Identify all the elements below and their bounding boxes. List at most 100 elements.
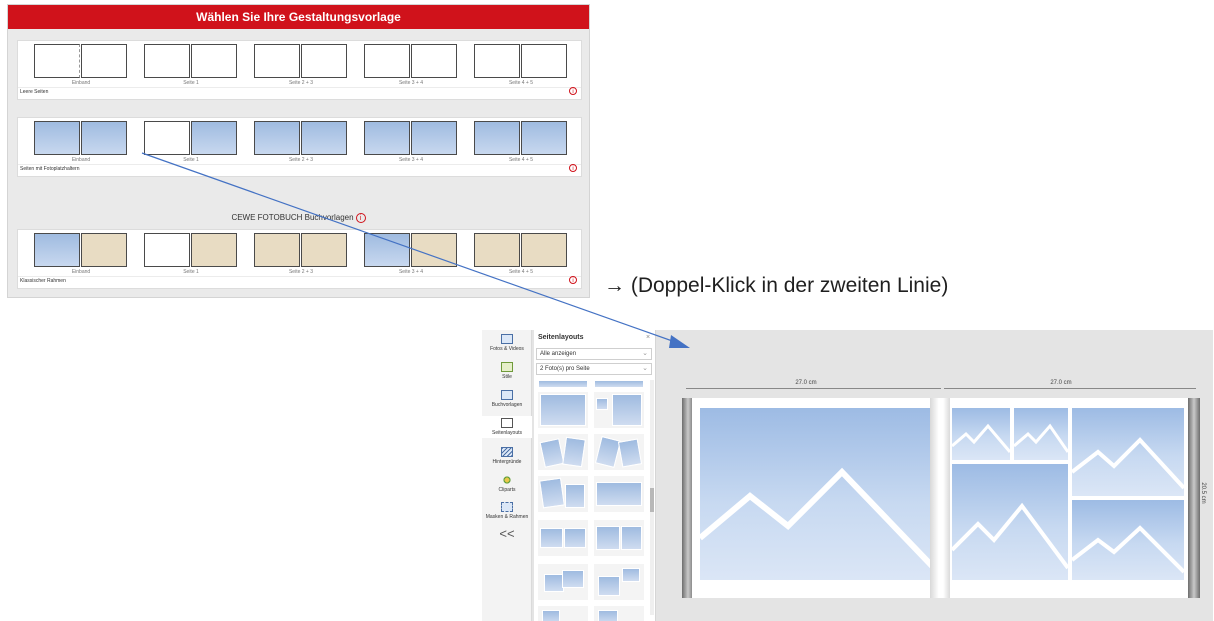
thumb-caption: Seite 2 + 3 xyxy=(288,157,314,163)
nav-photos-videos[interactable]: Fotos & Videos xyxy=(482,334,532,352)
template-thumb-page-2-3[interactable]: Seite 2 + 3 xyxy=(254,233,348,275)
template-thumb-page-3-4[interactable]: Seite 3 + 4 xyxy=(364,121,458,163)
thumb-caption: Seite 2 + 3 xyxy=(288,269,314,275)
photo-placeholder[interactable] xyxy=(952,408,1010,460)
layout-thumb[interactable] xyxy=(538,476,588,512)
photos-per-page-select[interactable]: 2 Foto(s) pro Seite ⌄ xyxy=(536,363,652,375)
mountain-placeholder-icon xyxy=(952,502,1068,570)
scrollbar-thumb[interactable] xyxy=(650,488,654,512)
layout-thumb[interactable] xyxy=(538,380,588,388)
row-divider xyxy=(18,164,581,165)
selected-value: 2 Foto(s) pro Seite xyxy=(540,366,590,372)
nav-cliparts[interactable]: Cliparts xyxy=(482,475,532,493)
nav-label: Seitenlayouts xyxy=(491,430,523,436)
collapse-sidebar-button[interactable]: << xyxy=(482,526,532,541)
layout-thumb[interactable] xyxy=(594,564,644,600)
double-click-hint: → (Doppel-Klick in der zweiten Linie) xyxy=(604,274,949,297)
row-label: Seiten mit Fotoplatzhaltern xyxy=(20,166,80,172)
thumb-caption: Seite 1 xyxy=(183,80,199,86)
backgrounds-icon xyxy=(501,447,513,457)
cliparts-icon xyxy=(501,475,513,485)
template-thumb-page-4-5[interactable]: Seite 4 + 5 xyxy=(474,121,568,163)
template-thumb-page-1[interactable]: Seite 1 xyxy=(144,44,238,86)
template-row-empty[interactable]: Einband Seite 1 Seite 2 + 3 Seite 3 + 4 … xyxy=(17,40,582,100)
photo-placeholder[interactable] xyxy=(1072,408,1184,496)
left-navigation: Fotos & Videos Stile Buchvorlagen Seiten… xyxy=(482,330,532,621)
template-chooser: Wählen Sie Ihre Gestaltungsvorlage Einba… xyxy=(7,4,590,298)
row-label: Klassischer Rahmen xyxy=(20,278,66,284)
book-canvas: 27.0 cm 27.0 cm 20.5 cm xyxy=(656,330,1213,621)
layout-thumb[interactable] xyxy=(538,520,588,556)
template-thumb-page-2-3[interactable]: Seite 2 + 3 xyxy=(254,121,348,163)
left-page[interactable] xyxy=(692,398,942,598)
layout-thumb[interactable] xyxy=(538,434,588,470)
panel-scrollbar[interactable] xyxy=(650,380,654,615)
template-thumb-page-4-5[interactable]: Seite 4 + 5 xyxy=(474,44,568,86)
cewe-templates-title: CEWE FOTOBUCH Buchvorlagen xyxy=(231,213,354,223)
mountain-placeholder-icon xyxy=(1014,423,1068,453)
cewe-templates-heading: CEWE FOTOBUCH Buchvorlagen i xyxy=(8,213,589,223)
layout-grid xyxy=(538,380,650,621)
layout-thumb[interactable] xyxy=(594,380,644,388)
photos-icon xyxy=(501,334,513,344)
nav-page-layouts[interactable]: Seitenlayouts xyxy=(482,416,532,438)
photo-placeholder[interactable] xyxy=(1072,500,1184,580)
nav-label: Fotos & Videos xyxy=(490,346,524,352)
width-left-label: 27.0 cm xyxy=(795,380,817,386)
panel-title: Seitenlayouts xyxy=(538,334,584,341)
nav-masks-frames[interactable]: Masken & Rahmen xyxy=(482,502,532,520)
template-thumb-page-4-5[interactable]: Seite 4 + 5 xyxy=(474,233,568,275)
thumb-caption: Seite 3 + 4 xyxy=(398,157,424,163)
nav-label: Buchvorlagen xyxy=(491,402,523,408)
layout-thumb[interactable] xyxy=(594,476,644,512)
book-gutter xyxy=(930,398,952,598)
chevron-down-icon: ⌄ xyxy=(642,350,648,357)
thumb-caption: Seite 1 xyxy=(183,269,199,275)
info-icon[interactable]: i xyxy=(569,276,577,284)
info-icon[interactable]: i xyxy=(569,164,577,172)
book-templates-icon xyxy=(501,390,513,400)
photo-placeholder[interactable] xyxy=(1014,408,1068,460)
nav-backgrounds[interactable]: Hintergründe xyxy=(482,447,532,465)
layout-thumb[interactable] xyxy=(538,392,588,428)
photo-placeholder[interactable] xyxy=(700,408,934,580)
layout-thumb[interactable] xyxy=(538,606,588,621)
close-icon[interactable]: × xyxy=(646,334,650,341)
thumb-caption: Seite 3 + 4 xyxy=(398,269,424,275)
template-row-classic-frame[interactable]: Einband Seite 1 Seite 2 + 3 Seite 3 + 4 … xyxy=(17,229,582,289)
mountain-placeholder-icon xyxy=(1072,437,1184,490)
thumb-caption: Einband xyxy=(71,269,91,275)
layout-thumb[interactable] xyxy=(594,392,644,428)
nav-book-templates[interactable]: Buchvorlagen xyxy=(482,390,532,408)
info-icon[interactable]: i xyxy=(355,213,366,223)
thumb-caption: Seite 4 + 5 xyxy=(508,80,534,86)
thumb-caption: Seite 4 + 5 xyxy=(508,157,534,163)
layout-thumb[interactable] xyxy=(538,564,588,600)
nav-label: Stile xyxy=(502,374,512,380)
template-thumb-page-3-4[interactable]: Seite 3 + 4 xyxy=(364,44,458,86)
nav-styles[interactable]: Stile xyxy=(482,362,532,380)
layout-thumb[interactable] xyxy=(594,520,644,556)
template-thumb-cover[interactable]: Einband xyxy=(34,121,128,163)
template-thumb-cover[interactable]: Einband xyxy=(34,233,128,275)
template-thumb-cover[interactable]: Einband xyxy=(34,44,128,86)
chooser-title: Wählen Sie Ihre Gestaltungsvorlage xyxy=(8,5,589,29)
layout-thumb[interactable] xyxy=(594,606,644,621)
book-spread[interactable] xyxy=(682,398,1200,598)
thumb-caption: Seite 3 + 4 xyxy=(398,80,424,86)
template-thumb-page-1[interactable]: Seite 1 xyxy=(144,121,238,163)
template-thumb-page-3-4[interactable]: Seite 3 + 4 xyxy=(364,233,458,275)
layout-thumb[interactable] xyxy=(594,434,644,470)
photo-placeholder[interactable] xyxy=(952,464,1068,580)
info-icon[interactable]: i xyxy=(569,87,577,95)
template-thumb-page-2-3[interactable]: Seite 2 + 3 xyxy=(254,44,348,86)
layout-filter-select[interactable]: Alle anzeigen ⌄ xyxy=(536,348,652,360)
nav-label: Masken & Rahmen xyxy=(485,514,529,520)
right-page[interactable] xyxy=(950,398,1188,598)
height-label: 20.5 cm xyxy=(1200,482,1206,504)
photobook-editor: Fotos & Videos Stile Buchvorlagen Seiten… xyxy=(482,330,1213,621)
template-thumb-page-1[interactable]: Seite 1 xyxy=(144,233,238,275)
template-row-photo-placeholders[interactable]: Einband Seite 1 Seite 2 + 3 Seite 3 + 4 … xyxy=(17,117,582,177)
page-layouts-icon xyxy=(501,418,513,428)
book-edge-right xyxy=(1188,398,1200,598)
